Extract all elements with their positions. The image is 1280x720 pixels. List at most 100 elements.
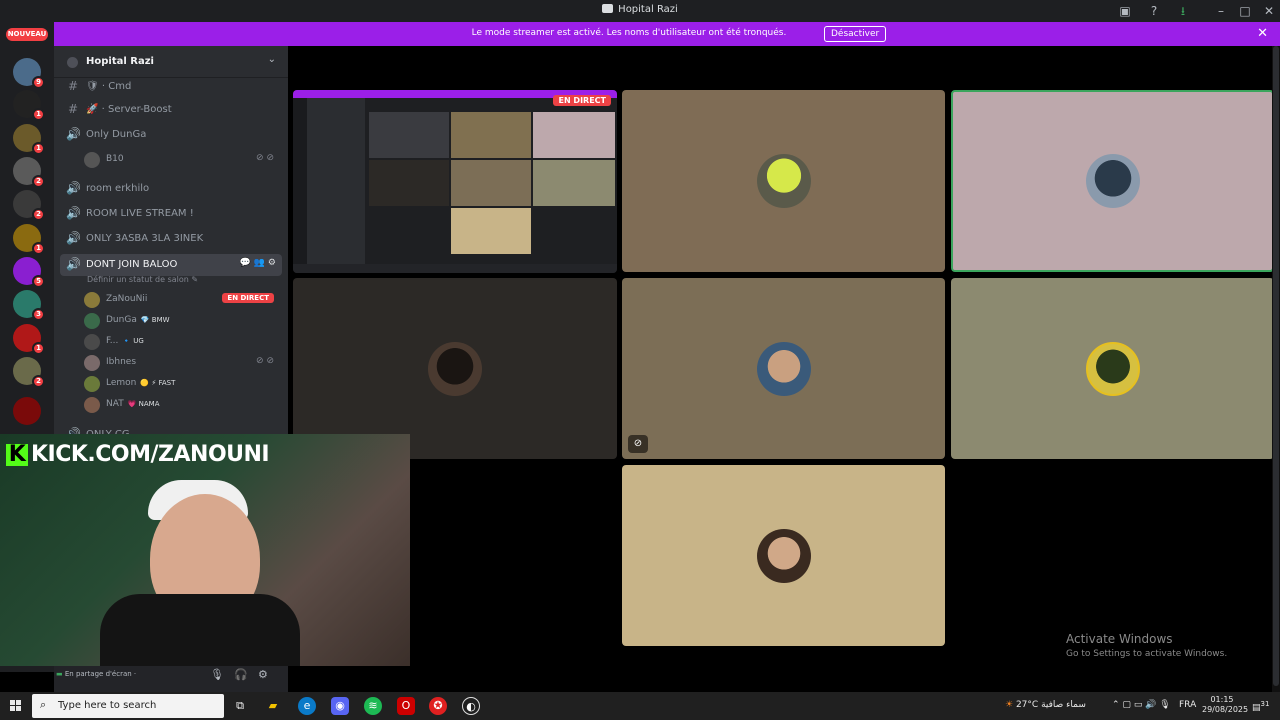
voice-user-label: DunGa 💎 BMW (106, 315, 170, 325)
app-icon[interactable]: ✪ (429, 697, 447, 715)
channel-dont-join-baloo[interactable]: 🔊 DONT JOIN BALOO 💬 👥 ⚙ (60, 254, 282, 276)
notification-icon: ▤ (1252, 703, 1261, 713)
close-button[interactable]: ✕ (1261, 3, 1277, 19)
server-icon[interactable]: 1 (13, 324, 45, 355)
speaker-icon: 🔊 (66, 206, 81, 220)
channel-only-3asba[interactable]: 🔊 ONLY 3ASBA 3LA 3INEK (60, 228, 282, 250)
edge-icon[interactable]: e (298, 697, 316, 715)
server-icon[interactable]: 9 (13, 58, 45, 89)
activate-windows-title: Activate Windows (1066, 632, 1173, 646)
language-indicator[interactable]: FRA (1179, 700, 1196, 710)
deactivate-button[interactable]: Désactiver (824, 26, 887, 42)
discord-icon[interactable]: ◉ (331, 697, 349, 715)
voice-user-b10[interactable]: B10 ⊘ ⊘ (84, 150, 282, 170)
muted-mic-icon: ⊘ (628, 435, 648, 453)
microphone-icon[interactable]: 🎙 (210, 668, 224, 681)
voice-user[interactable]: Lemon 🟡 ⚡ FAST (84, 374, 282, 394)
channel-server-boost[interactable]: # 🚀 · Server-Boost (60, 99, 282, 121)
server-icon[interactable]: 2 (13, 357, 45, 388)
task-view-icon[interactable]: ⧉ (231, 697, 249, 715)
webcam-overlay: K KICK.COM/ZANOUNI (0, 434, 410, 666)
chevron-down-icon[interactable]: ⌄ (268, 54, 276, 65)
new-badge[interactable]: NOUVEAU (6, 28, 48, 41)
video-tile-7[interactable] (622, 465, 945, 646)
stream-tile-screen-share[interactable]: EN DIRECT (293, 90, 617, 273)
taskbar-search[interactable]: ⌕ Type here to search (32, 694, 224, 718)
voice-user[interactable]: F... 🔹 UG (84, 332, 282, 352)
channel-tools[interactable]: 💬 👥 ⚙ (240, 258, 276, 268)
search-icon: ⌕ (40, 698, 47, 711)
video-tile-2[interactable] (622, 90, 945, 272)
headphones-icon[interactable]: 🎧 (234, 668, 248, 681)
server-icon[interactable]: 1 (13, 224, 45, 255)
kick-overlay-text: K KICK.COM/ZANOUNI (6, 442, 270, 467)
video-tile-6[interactable] (951, 278, 1274, 459)
notifications[interactable]: ▤31 (1252, 700, 1269, 713)
server-header[interactable]: Hopital Razi ⌄ (54, 46, 288, 78)
server-icon[interactable]: 1 (13, 124, 45, 155)
help-icon[interactable]: ? (1146, 3, 1162, 19)
weather-widget[interactable]: ☀ 27°C سماء صافية (1005, 700, 1086, 710)
chevron-up-icon[interactable]: ⌃ (1112, 700, 1120, 710)
main-scrollbar[interactable] (1272, 46, 1280, 692)
channel-room-live-stream[interactable]: 🔊 ROOM LIVE STREAM ! (60, 203, 282, 225)
avatar (1085, 341, 1140, 396)
tray-app-icon[interactable]: ▢ (1122, 700, 1131, 710)
server-icon[interactable]: 1 (13, 90, 45, 121)
preview-tile (533, 112, 615, 158)
voice-user-tag: 💎 BMW (140, 316, 170, 324)
maximize-button[interactable]: □ (1237, 3, 1253, 19)
user-status-text: En partage d'écran · (64, 670, 137, 678)
voice-user[interactable]: Ibhnes ⊘ ⊘ (84, 353, 282, 373)
video-tile-4[interactable] (293, 278, 617, 459)
network-icon[interactable]: ▭ (1134, 700, 1143, 710)
unread-badge: 1 (32, 142, 45, 155)
obs-icon[interactable]: ◐ (462, 697, 480, 715)
server-icon[interactable]: 3 (13, 290, 45, 321)
hash-icon: # (67, 79, 79, 93)
voice-user[interactable]: NAT 💗 NAMA (84, 395, 282, 415)
video-tile-speaking[interactable] (951, 90, 1274, 272)
channel-room-erkhilo[interactable]: 🔊 room erkhilo (60, 178, 282, 200)
volume-icon[interactable]: 🔊 (1145, 700, 1156, 710)
gear-icon[interactable]: ⚙ (268, 258, 276, 268)
voice-user-tag: 🟡 ⚡ FAST (140, 379, 176, 387)
server-icon[interactable]: 5 (13, 257, 45, 288)
unread-badge: 1 (32, 242, 45, 255)
channel-cmd[interactable]: # 🛡 · Cmd (60, 76, 282, 98)
muted-deafened-icon: ⊘ ⊘ (256, 153, 274, 163)
close-icon[interactable]: ✕ (1257, 26, 1268, 41)
invite-icon[interactable]: 👥 (254, 258, 265, 268)
voice-user[interactable]: DunGa 💎 BMW (84, 311, 282, 331)
server-icon (67, 57, 78, 68)
server-icon[interactable] (13, 397, 41, 425)
live-badge: EN DIRECT (553, 95, 611, 106)
muted-deafened-icon: ⊘ ⊘ (256, 356, 274, 366)
microphone-tray-icon[interactable]: 🎙 (1159, 700, 1170, 710)
set-channel-status[interactable]: Définir un statut de salon ✎ (87, 275, 198, 284)
file-explorer-icon[interactable]: ▰ (264, 697, 282, 715)
spotify-icon[interactable]: ≋ (364, 697, 382, 715)
voice-user-label: Lemon 🟡 ⚡ FAST (106, 378, 175, 388)
scrollbar-thumb[interactable] (1273, 46, 1279, 686)
screen-share-icon[interactable]: ▣ (1117, 3, 1133, 19)
tray-icons[interactable]: ⌃ ▢ ▭ 🔊 🎙 (1112, 700, 1171, 710)
download-icon[interactable]: ⭳ (1175, 3, 1191, 19)
taskbar: ⌕ Type here to search ⧉ ▰ e ◉ ≋ O ✪ ◐ ☀ … (0, 692, 1280, 720)
chat-icon[interactable]: 💬 (240, 258, 251, 268)
server-icon[interactable]: 2 (13, 157, 45, 188)
channel-label: 🚀 · Server-Boost (86, 104, 172, 115)
voice-user[interactable]: ZaNouNii EN DIRECT (84, 290, 282, 310)
opera-icon[interactable]: O (397, 697, 415, 715)
preview-tile (369, 160, 449, 206)
streamer-body (100, 594, 300, 666)
minimize-button[interactable]: – (1213, 3, 1229, 19)
channel-label: Only DunGa (86, 129, 147, 140)
channel-only-dunga[interactable]: 🔊 Only DunGa (60, 124, 282, 146)
clock[interactable]: 01:15 29/08/2025 (1202, 695, 1248, 715)
channel-label: ROOM LIVE STREAM ! (86, 208, 194, 219)
settings-gear-icon[interactable]: ⚙ (258, 668, 268, 681)
server-icon[interactable]: 2 (13, 190, 45, 221)
windows-start-icon[interactable] (10, 700, 22, 712)
video-tile-5[interactable]: ⊘ (622, 278, 945, 459)
